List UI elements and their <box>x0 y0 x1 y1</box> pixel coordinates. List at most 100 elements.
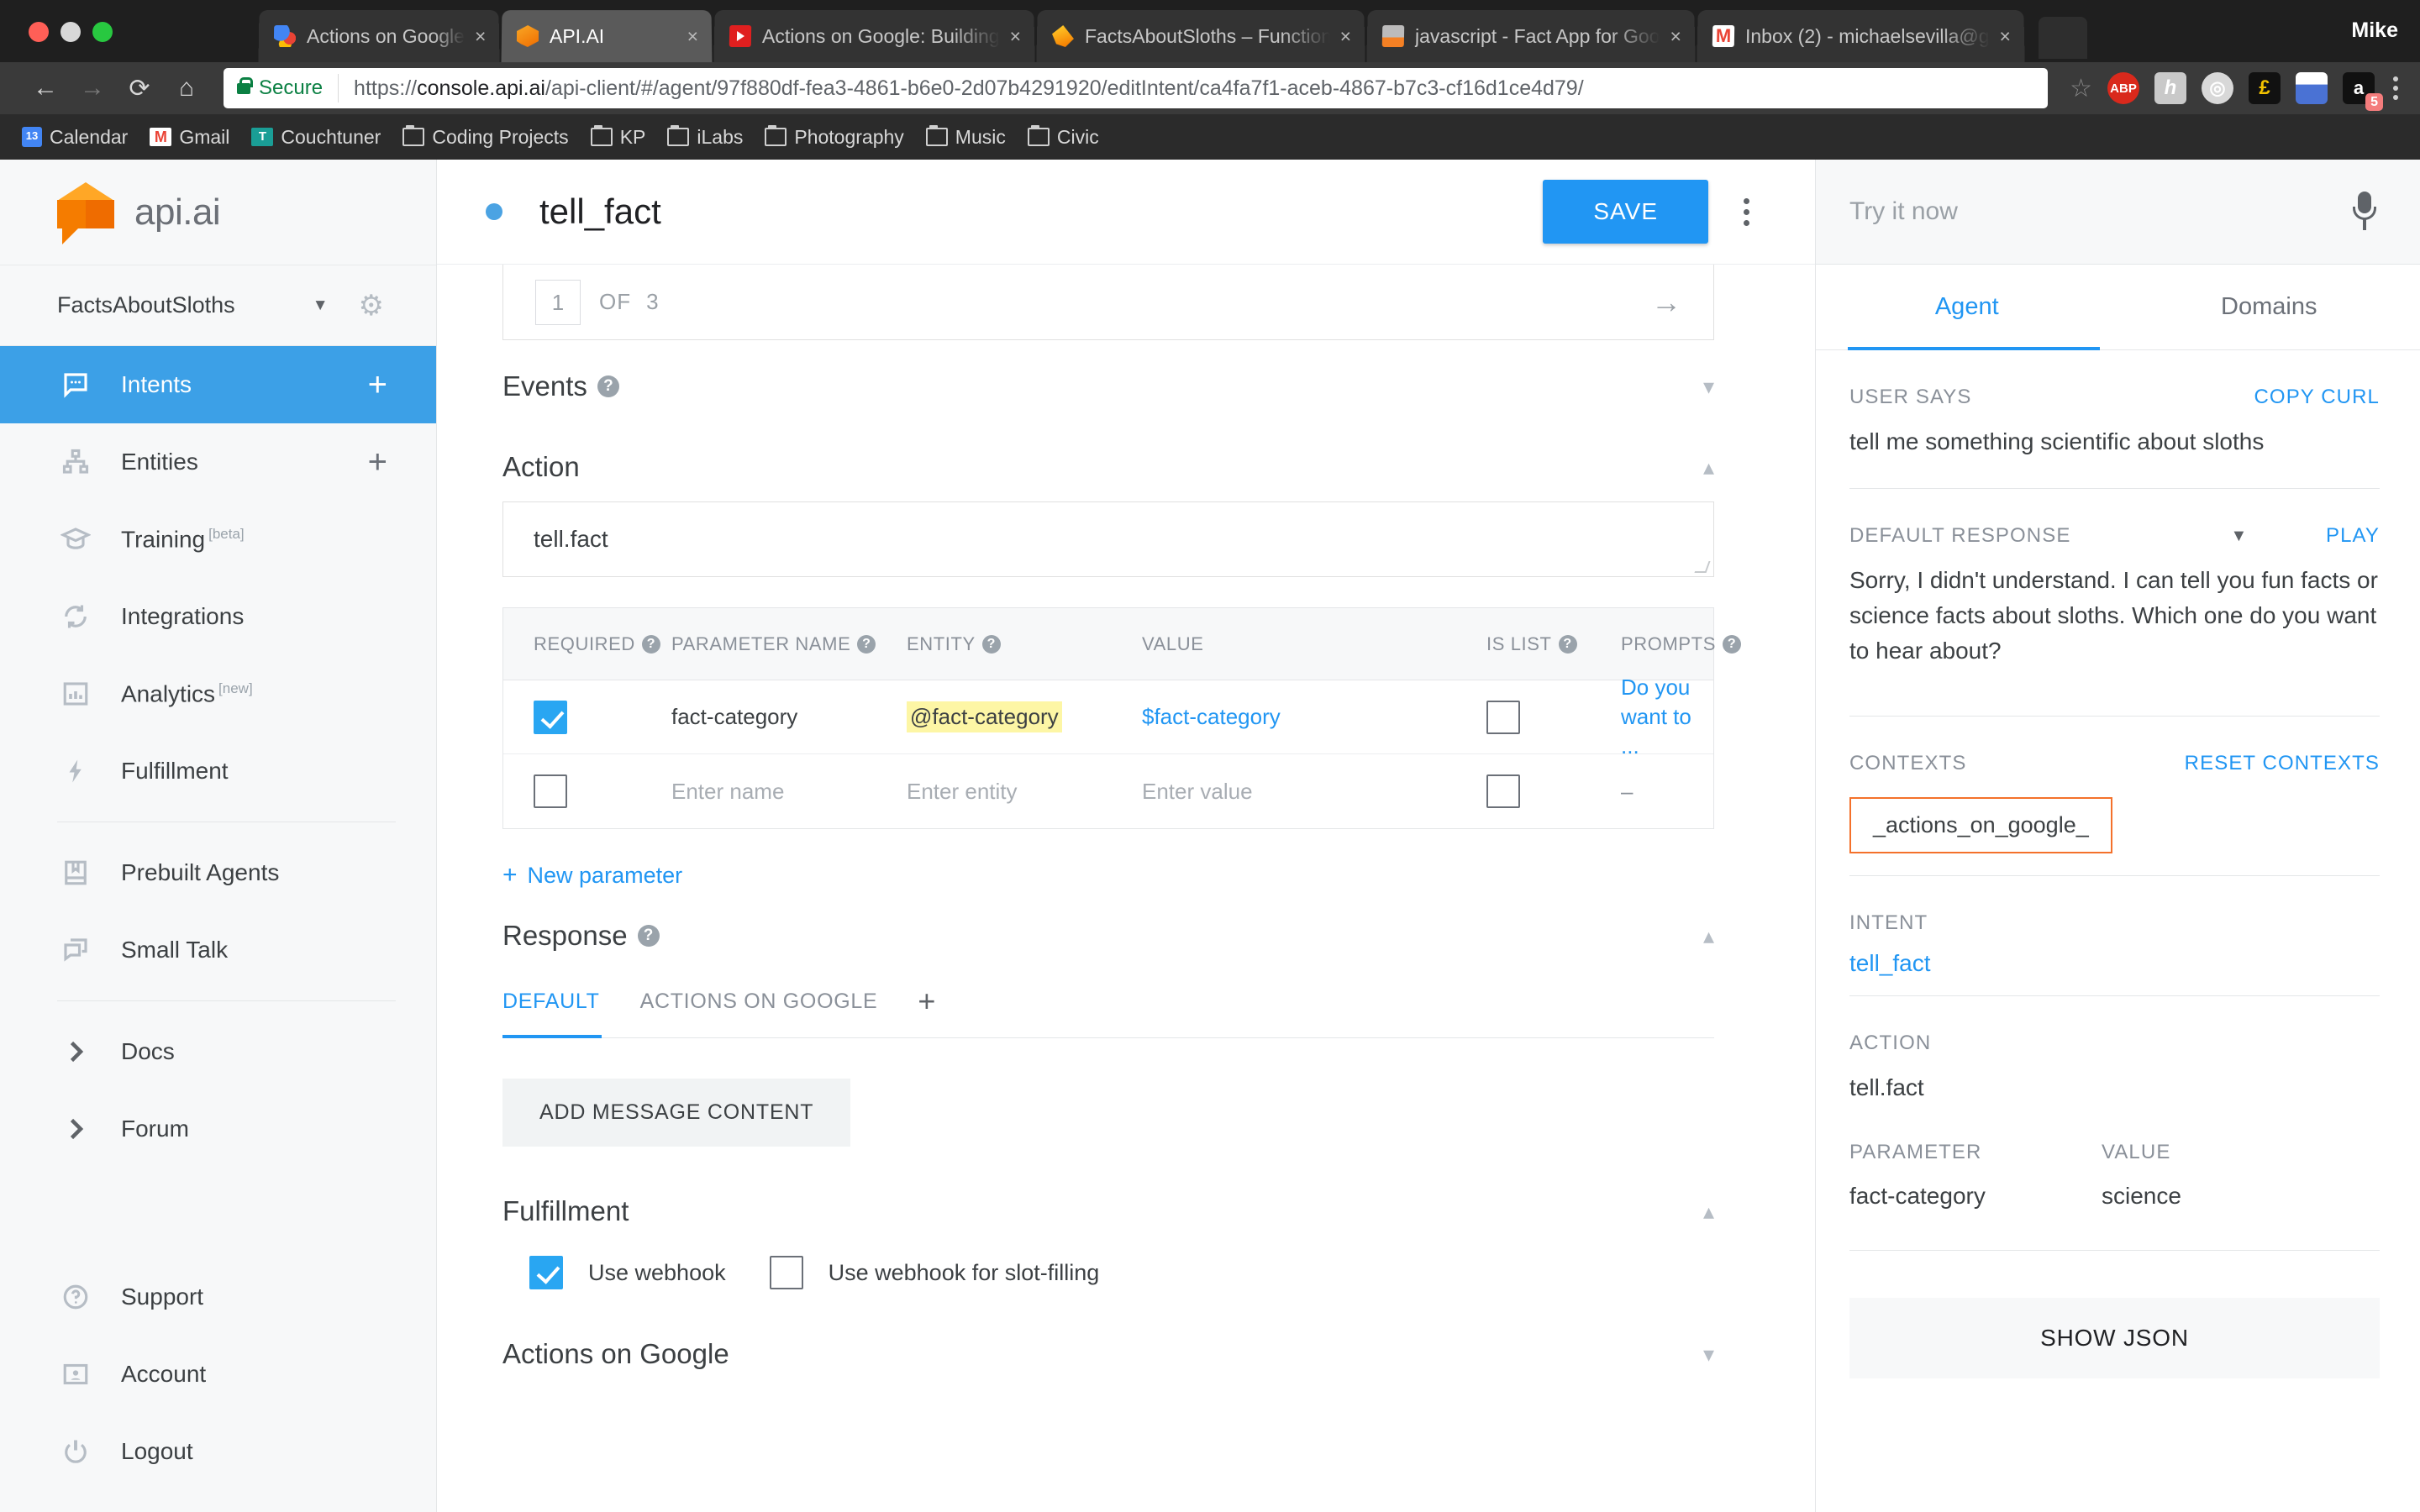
try-it-now-input-row[interactable]: Try it now <box>1816 160 2420 265</box>
show-json-button[interactable]: SHOW JSON <box>1849 1298 2380 1378</box>
required-checkbox[interactable] <box>534 700 567 734</box>
agent-selector[interactable]: FactsAboutSloths ▼ ⚙ <box>0 265 436 345</box>
close-tab-icon[interactable]: × <box>1340 25 1352 48</box>
minimize-window-button[interactable] <box>60 22 81 42</box>
close-tab-icon[interactable]: × <box>1010 25 1022 48</box>
use-webhook-checkbox[interactable] <box>529 1256 563 1289</box>
bookmark-calendar[interactable]: 13 Calendar <box>22 126 128 149</box>
tab-actions-on-google[interactable]: ACTIONS ON GOOGLE <box>640 990 878 1014</box>
bookmark-music[interactable]: Music <box>925 125 1006 149</box>
maximize-window-button[interactable] <box>92 22 113 42</box>
hypothesis-icon[interactable]: h <box>2154 72 2186 104</box>
fulfillment-section-header[interactable]: Fulfillment ▴ <box>502 1147 1714 1246</box>
tab-domains[interactable]: Domains <box>2118 265 2420 349</box>
bookmark-ilabs[interactable]: iLabs <box>667 125 743 149</box>
chevron-up-icon[interactable]: ▴ <box>1703 1199 1714 1225</box>
close-tab-icon[interactable]: × <box>2000 25 2012 48</box>
action-section-header[interactable]: Action ▴ <box>502 421 1714 501</box>
use-webhook-slot-filling-checkbox[interactable] <box>769 1256 803 1289</box>
bookmark-photography[interactable]: Photography <box>765 125 904 149</box>
sidebar-item-support[interactable]: Support <box>0 1258 436 1336</box>
evernote-icon[interactable]: ◎ <box>2202 72 2233 104</box>
action-input[interactable]: tell.fact <box>502 501 1714 577</box>
forward-icon[interactable]: → <box>69 65 116 112</box>
app-logo[interactable]: api.ai <box>0 160 436 265</box>
page-number-input[interactable]: 1 <box>535 279 581 325</box>
next-page-arrow-icon[interactable]: → <box>1651 285 1681 320</box>
gear-icon[interactable]: ⚙ <box>359 289 384 323</box>
chevron-up-icon[interactable]: ▴ <box>1703 454 1714 480</box>
add-response-tab-icon[interactable]: + <box>918 984 935 1019</box>
bookmark-civic[interactable]: Civic <box>1027 125 1099 149</box>
try-it-now-input[interactable]: Try it now <box>1849 197 2349 226</box>
browser-tab-inbox[interactable]: Inbox (2) - michaelsevilla@g × <box>1697 10 2025 63</box>
new-tab-button[interactable] <box>2039 17 2088 59</box>
close-tab-icon[interactable]: × <box>1670 25 1682 48</box>
prompt-text[interactable]: Do you want to... <box>1621 673 1697 761</box>
browser-menu-icon[interactable] <box>2393 76 2398 100</box>
save-button[interactable]: SAVE <box>1543 180 1708 244</box>
tab-agent[interactable]: Agent <box>1816 265 2118 349</box>
parameter-name-cell[interactable]: fact-category <box>671 704 907 730</box>
help-icon[interactable]: ? <box>637 925 660 947</box>
bookmark-couchtuner[interactable]: T Couchtuner <box>251 126 381 149</box>
events-section-header[interactable]: Events ? ▾ <box>502 340 1714 421</box>
sidebar-item-analytics[interactable]: Analytics [new] <box>0 655 436 732</box>
help-icon[interactable]: ? <box>857 634 876 654</box>
is-list-checkbox[interactable] <box>1486 774 1520 808</box>
parameter-name-cell[interactable]: Enter name <box>671 779 907 805</box>
browser-tab-stackoverflow[interactable]: javascript - Fact App for Goo × <box>1366 10 1697 63</box>
entity-cell[interactable]: Enter entity <box>907 779 1142 805</box>
browser-tab-actions-on-google[interactable]: Actions on Google × <box>258 10 500 63</box>
add-message-content-button[interactable]: ADD MESSAGE CONTENT <box>502 1079 851 1147</box>
chevron-down-icon[interactable]: ▼ <box>2230 527 2247 546</box>
adblock-plus-icon[interactable]: ABP <box>2107 72 2139 104</box>
sidebar-item-integrations[interactable]: Integrations <box>0 578 436 655</box>
help-icon[interactable]: ? <box>597 375 619 397</box>
sidebar-item-training[interactable]: Training [beta] <box>0 501 436 578</box>
close-tab-icon[interactable]: × <box>475 25 487 48</box>
sidebar-item-fulfillment[interactable]: Fulfillment <box>0 732 436 810</box>
help-icon[interactable]: ? <box>1558 634 1577 654</box>
bookmark-star-icon[interactable]: ☆ <box>2070 74 2092 103</box>
sidebar-item-account[interactable]: Account <box>0 1336 436 1413</box>
help-icon[interactable]: ? <box>981 634 1001 654</box>
chevron-down-icon[interactable]: ▾ <box>1703 1341 1714 1368</box>
bookmark-kp[interactable]: KP <box>590 125 645 149</box>
bookmark-coding-projects[interactable]: Coding Projects <box>402 125 569 149</box>
intent-link[interactable]: tell_fact <box>1849 950 2380 977</box>
value-cell[interactable]: Enter value <box>1142 779 1486 805</box>
pound-icon[interactable]: £ <box>2249 72 2281 104</box>
new-parameter-button[interactable]: + New parameter <box>502 829 1714 890</box>
context-chip[interactable]: _actions_on_google_ <box>1849 797 2112 853</box>
copy-curl-button[interactable]: COPY CURL <box>2254 386 2381 409</box>
prompts-cell[interactable]: Do you want to... <box>1621 673 1713 761</box>
is-list-checkbox[interactable] <box>1486 700 1520 734</box>
close-window-button[interactable] <box>29 22 49 42</box>
chevron-up-icon[interactable]: ▴ <box>1703 923 1714 949</box>
browser-tab-factsaboutsloths[interactable]: FactsAboutSloths – Function × <box>1036 10 1366 63</box>
sidebar-item-intents[interactable]: Intents + <box>0 346 436 423</box>
entity-cell[interactable]: @fact-category <box>907 701 1142 732</box>
back-icon[interactable]: ← <box>22 65 69 112</box>
more-options-icon[interactable] <box>1744 197 1749 226</box>
home-icon[interactable]: ⌂ <box>163 65 210 112</box>
chevron-down-icon[interactable]: ▾ <box>1703 374 1714 400</box>
browser-tab-actions-on-google-building[interactable]: Actions on Google: Building × <box>713 10 1036 63</box>
add-intent-icon[interactable]: + <box>368 366 387 404</box>
sidebar-item-small-talk[interactable]: Small Talk <box>0 911 436 989</box>
bookmark-gmail[interactable]: M Gmail <box>150 126 229 149</box>
reset-contexts-button[interactable]: RESET CONTEXTS <box>2185 752 2380 775</box>
help-icon[interactable]: ? <box>641 634 660 654</box>
sidebar-item-docs[interactable]: Docs <box>0 1013 436 1090</box>
chart-extension-icon[interactable] <box>2296 72 2328 104</box>
actions-on-google-section-header[interactable]: Actions on Google ▾ <box>502 1289 1714 1389</box>
sidebar-item-entities[interactable]: Entities + <box>0 423 436 501</box>
profile-name[interactable]: Mike <box>2351 18 2398 43</box>
sidebar-item-logout[interactable]: Logout <box>0 1413 436 1490</box>
add-entity-icon[interactable]: + <box>368 444 387 481</box>
tab-default[interactable]: DEFAULT <box>502 990 600 1014</box>
required-checkbox[interactable] <box>534 774 567 808</box>
microphone-icon[interactable] <box>2349 192 2380 232</box>
reload-icon[interactable]: ⟳ <box>116 65 163 112</box>
